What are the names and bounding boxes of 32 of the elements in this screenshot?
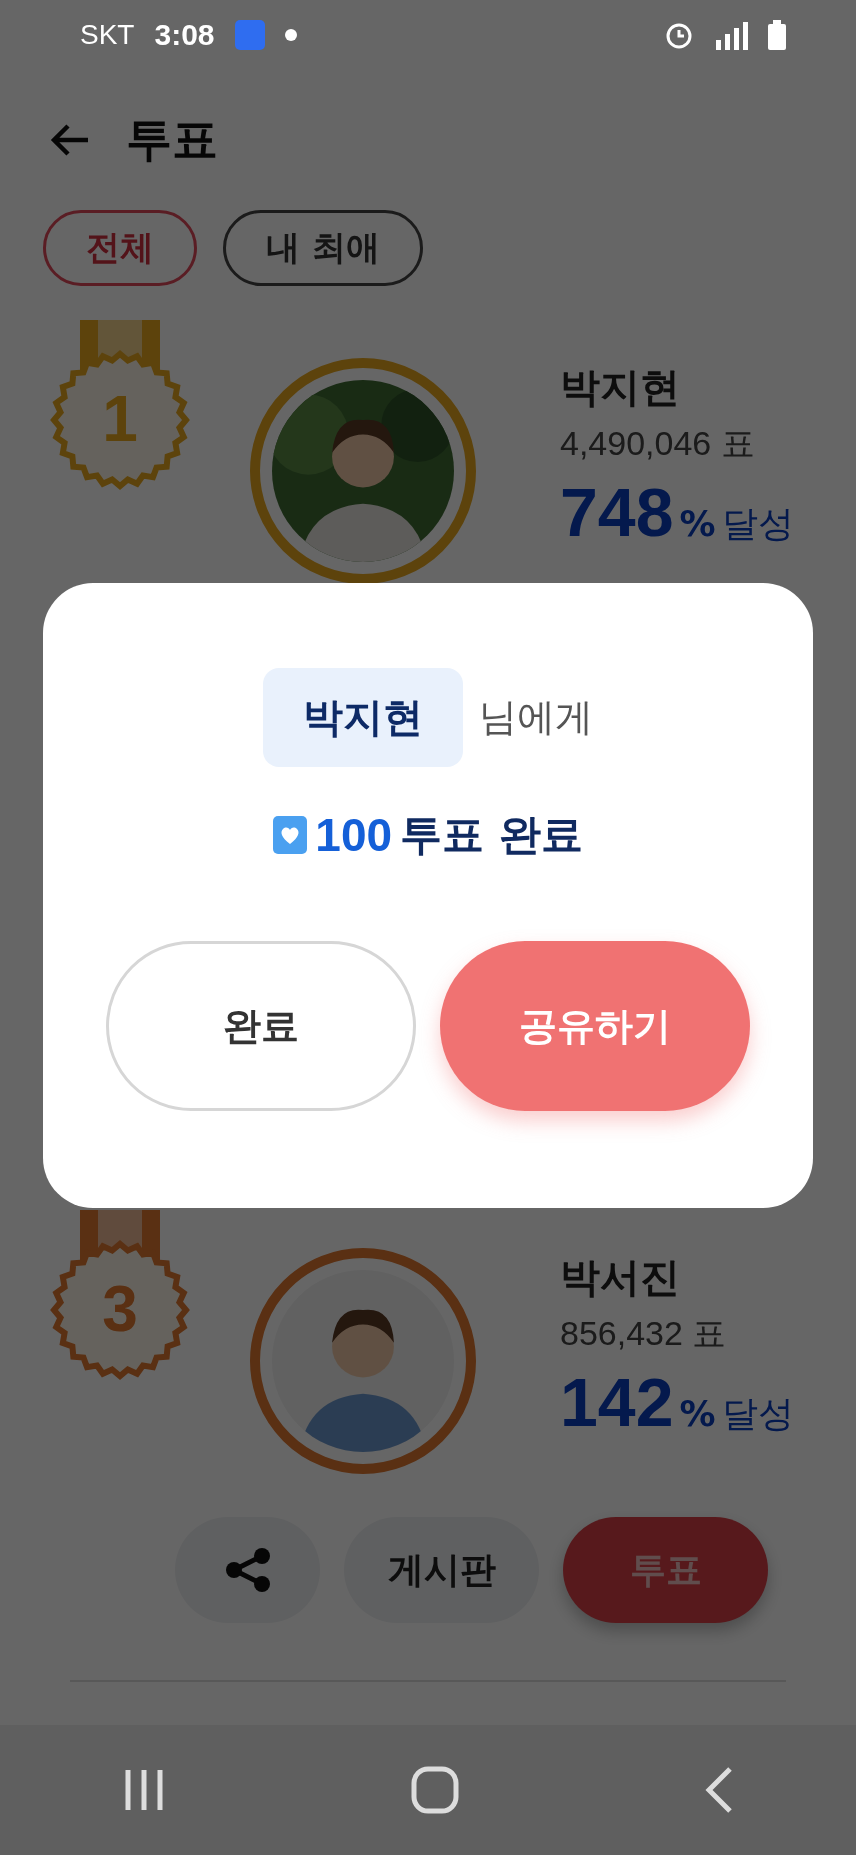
- app-icon: [234, 20, 265, 50]
- achievement-percent: 142: [560, 1363, 674, 1441]
- signal-icon: [714, 20, 748, 50]
- recipient-name: 박지현: [263, 668, 463, 767]
- back-icon[interactable]: [703, 1766, 734, 1814]
- rank-number: 3: [101, 1272, 139, 1346]
- vote-count: 4,490,046 표: [560, 423, 756, 464]
- page-title: 투표: [126, 111, 218, 168]
- percent-sign: %: [679, 503, 716, 544]
- clock-time: 3:08: [154, 18, 215, 52]
- vote-count: 856,432 표: [560, 1313, 728, 1354]
- board-button[interactable]: 게시판: [344, 1517, 539, 1623]
- done-button[interactable]: 완료: [106, 941, 416, 1111]
- achievement-label: 달성: [721, 502, 794, 546]
- home-icon[interactable]: [411, 1766, 459, 1814]
- recipient-suffix: 님에게: [479, 694, 593, 741]
- rank-number: 1: [101, 382, 139, 456]
- notification-dot-icon: [284, 29, 297, 41]
- candidate-name: 박서진: [560, 1253, 681, 1302]
- filter-chip[interactable]: 내 최애: [223, 210, 423, 286]
- achievement-label: 달성: [721, 1392, 794, 1436]
- share-button[interactable]: 공유하기: [440, 941, 750, 1111]
- filter-chip[interactable]: 전체: [43, 210, 197, 286]
- share-icon: [223, 1548, 272, 1592]
- vote-amount: 100: [315, 808, 393, 862]
- completion-message: 투표 완료: [400, 809, 583, 861]
- back-arrow-icon[interactable]: [50, 123, 90, 157]
- battery-icon: [768, 20, 786, 50]
- carrier-name: SKT: [80, 19, 135, 51]
- achievement-percent: 748: [560, 473, 674, 551]
- candidate-name: 박지현: [560, 363, 681, 412]
- percent-sign: %: [679, 1393, 716, 1434]
